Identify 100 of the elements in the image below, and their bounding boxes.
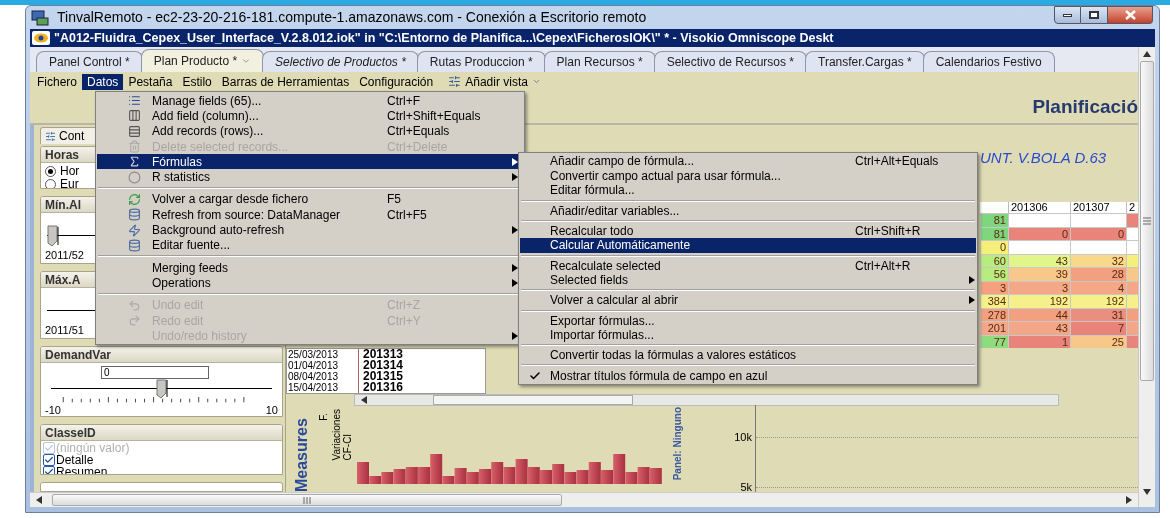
radio-label: Eur — [60, 178, 79, 189]
view-title: UNT. V.BOLA D.63 — [980, 148, 1108, 168]
axis-label: Variaciones — [331, 409, 342, 461]
axis-tick-label: 10k — [734, 431, 752, 443]
menu-bar-item[interactable]: Datos — [82, 73, 124, 90]
add-view-icon — [448, 75, 462, 88]
axis-tick-label: 5k — [740, 481, 752, 492]
tab[interactable]: Rutas Produccion * — [416, 51, 546, 72]
scrollbar-thumb[interactable] — [1140, 61, 1154, 381]
check-icon — [529, 369, 541, 382]
menu-item[interactable]: Volver a calcular al abrir — [520, 293, 976, 308]
tab[interactable]: Calendarios Festivo — [922, 51, 1055, 72]
table-cell: 384 — [980, 294, 1008, 308]
undo-icon — [128, 298, 141, 312]
axis-label: CF-CI — [342, 432, 353, 461]
horizontal-scrollbar[interactable] — [354, 394, 1059, 406]
panel-title: DemandVar — [41, 347, 282, 364]
table-cell: 192 — [1008, 294, 1070, 308]
table-cell: 15/04/2013 — [287, 382, 359, 393]
table-cell: 192 — [1070, 294, 1126, 308]
slider[interactable] — [51, 379, 272, 398]
menu-item[interactable]: Add field (column)... Ctrl+Shift+Equals — [97, 108, 523, 124]
submenu-arrow-icon — [512, 226, 518, 234]
checkbox-label: Detalle — [56, 453, 94, 466]
table-cell: 28 — [1070, 267, 1126, 281]
scrollbar-thumb[interactable] — [52, 494, 562, 506]
table-cell-text: 201316 — [362, 382, 404, 393]
table-cell: 08/04/2013 — [287, 371, 359, 382]
menu-item[interactable]: Importar fórmulas... — [520, 327, 976, 343]
menu-bar-item[interactable]: Fichero — [32, 73, 82, 90]
tab[interactable]: Transfer.Cargas * — [805, 51, 925, 72]
menu-bar-item[interactable]: Pestaña — [123, 73, 178, 90]
radio-button[interactable] — [45, 178, 56, 189]
tab[interactable]: Selectivo de Recursos * — [653, 51, 808, 72]
slider-thumb[interactable] — [47, 225, 59, 248]
scroll-up-icon[interactable] — [1143, 51, 1151, 57]
value-input[interactable]: 0 — [101, 366, 209, 380]
axis-label: F. — [318, 413, 329, 421]
scroll-down-icon[interactable] — [1143, 489, 1151, 495]
menu-bar-item[interactable]: Configuración — [354, 73, 439, 90]
menu-item[interactable]: Editar fórmula... — [520, 183, 976, 198]
slider-thumb[interactable] — [155, 379, 168, 400]
checkbox[interactable] — [43, 465, 55, 475]
slider-max-label: 10 — [265, 403, 278, 416]
menu-item[interactable]: Manage fields (65)... Ctrl+F — [97, 93, 523, 109]
table-cell: 0 — [980, 240, 1008, 254]
refresh-icon — [128, 192, 141, 206]
circle-icon — [128, 170, 141, 184]
submenu-arrow-icon — [968, 296, 975, 305]
menu-item[interactable]: Convertir campo actual para usar fórmula... — [520, 168, 976, 184]
tab[interactable]: Panel Control * — [36, 51, 143, 72]
close-icon — [1124, 10, 1136, 20]
table-cell: 43 — [1008, 321, 1070, 335]
eye-icon — [32, 31, 50, 45]
scroll-right-icon[interactable] — [1126, 496, 1132, 504]
add-view-button[interactable]: Añadir vista — [448, 72, 541, 91]
table-cell: 56 — [980, 267, 1008, 281]
page-heading: Planificació — [1032, 94, 1138, 119]
table-cell-text: 201314 — [362, 360, 404, 371]
tab[interactable]: Selectivo de Productos * — [262, 51, 419, 72]
menu-bar-item[interactable]: Estilo — [177, 73, 217, 90]
table-cell: 81 — [980, 213, 1008, 227]
maximize-button[interactable] — [1081, 6, 1108, 24]
database-icon — [128, 208, 141, 222]
columns-icon — [128, 109, 141, 123]
menu-item[interactable]: Recalcular todo Ctrl+Shift+R — [520, 223, 976, 239]
grip-icon — [303, 496, 311, 504]
tab[interactable]: Plan Recursos * — [543, 51, 656, 72]
minimize-button[interactable] — [1054, 6, 1081, 24]
bar — [393, 469, 406, 484]
checkbox[interactable] — [43, 453, 55, 466]
submenu-arrow-icon — [512, 331, 518, 340]
window-title: TinvalRemoto - ec2-23-20-216-181.compute-1.amazonaws.com - Conexión a Escritorio remoto — [57, 8, 647, 27]
menu-item[interactable]: Añadir/editar variables... — [520, 203, 976, 218]
chart-title: Measures — [292, 417, 311, 492]
range-value: 2011/52 — [45, 249, 84, 262]
panel-title: ClasseID — [41, 424, 282, 441]
menu-item[interactable]: Selected fields — [520, 272, 976, 288]
lightning-icon — [128, 223, 141, 237]
table-cell: 7 — [1070, 321, 1126, 335]
menu-item[interactable]: Exportar fórmulas... — [520, 313, 976, 328]
tab[interactable]: Plan Producto * — [140, 49, 265, 72]
sliders-icon — [45, 130, 56, 142]
scrollbar-thumb[interactable] — [433, 395, 633, 405]
radio-button[interactable] — [45, 165, 56, 177]
scroll-left-icon[interactable] — [361, 396, 367, 404]
close-button[interactable] — [1108, 6, 1153, 24]
remote-desktop-icon — [31, 9, 49, 26]
menu-item[interactable]: Calcular Automáticamente — [520, 238, 976, 253]
menu-item[interactable]: Añadir campo de fórmula... Ctrl+Alt+Equals — [520, 154, 976, 169]
menu-bar-item[interactable]: Barras de Herramientas — [216, 73, 355, 90]
vertical-scrollbar[interactable] — [1138, 47, 1155, 507]
scroll-left-icon[interactable] — [36, 496, 42, 504]
horizontal-scrollbar[interactable] — [30, 492, 1138, 507]
menu-item[interactable]: Recalculate selected Ctrl+Alt+R — [520, 258, 976, 273]
menu-item[interactable]: Mostrar títulos fórmula de campo en azul — [520, 368, 976, 383]
table-cell: 201 — [980, 321, 1008, 335]
menu-item[interactable]: Convertir todas la fórmulas a valores estáticos — [520, 348, 976, 363]
caret-icon — [531, 77, 541, 86]
table-cell-text: 201315 — [362, 371, 404, 382]
